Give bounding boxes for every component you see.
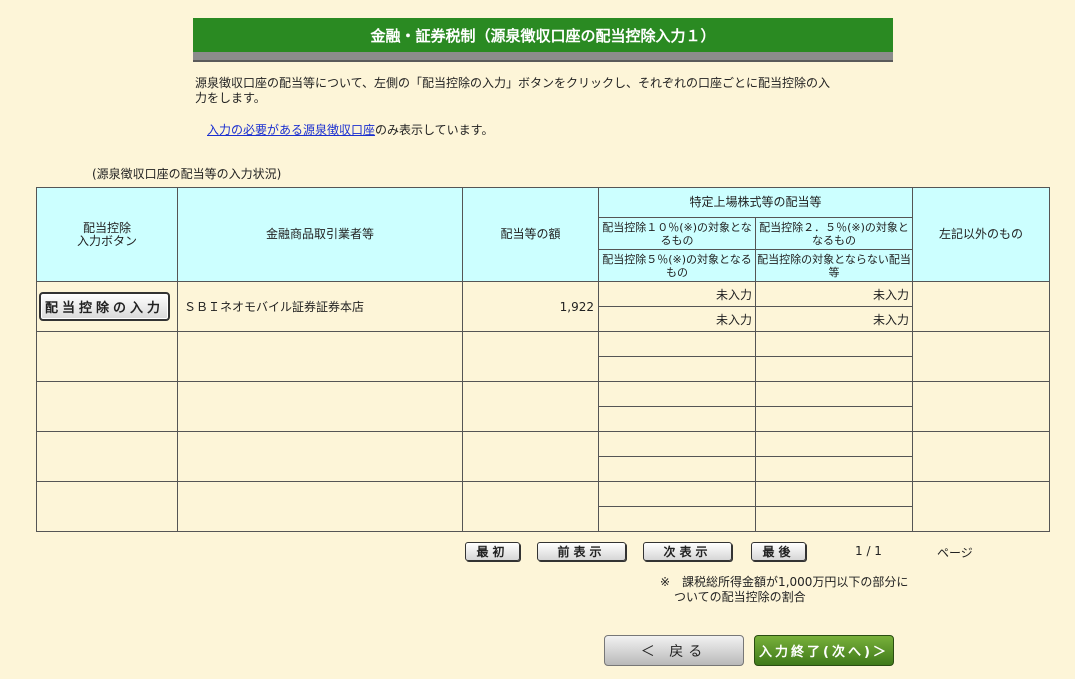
table-row: 配当控除の入力 ＳＢＩネオモバイル証券証券本店 1,922 未入力 未入力 bbox=[36, 281, 1051, 332]
next-page-button[interactable]: 次表示 bbox=[643, 542, 732, 561]
header-amount: 配当等の額 bbox=[462, 187, 599, 282]
header-sub-10: 配当控除１０％(※)の対象となるもの bbox=[598, 217, 756, 250]
other-cell bbox=[912, 281, 1051, 332]
status-5-cell: 未入力 bbox=[598, 306, 756, 332]
broker-cell: ＳＢＩネオモバイル証券証券本店 bbox=[177, 281, 463, 332]
back-button[interactable]: ＜ 戻る bbox=[604, 635, 744, 666]
footnote: ※ 課税総所得金額が1,000万円以下の部分に ついての配当控除の割合 bbox=[660, 575, 908, 605]
amount-cell: 1,922 bbox=[462, 281, 599, 332]
title-divider bbox=[193, 52, 893, 62]
empty-row bbox=[36, 331, 1051, 382]
dividend-input-table: 配当控除 入力ボタン 金融商品取引業者等 配当等の額 特定上場株式等の配当等 左… bbox=[36, 187, 1051, 532]
display-note-suffix: のみ表示しています。 bbox=[375, 123, 494, 137]
header-broker: 金融商品取引業者等 bbox=[177, 187, 463, 282]
table-caption: (源泉徴収口座の配当等の入力状況) bbox=[92, 167, 282, 181]
empty-row bbox=[36, 381, 1051, 432]
header-listed-group: 特定上場株式等の配当等 bbox=[597, 187, 914, 218]
empty-row bbox=[36, 431, 1051, 482]
intro-line-2: 力をします。 bbox=[195, 91, 266, 105]
page-number: 1 / 1 bbox=[855, 544, 882, 558]
empty-row bbox=[36, 481, 1051, 532]
header-sub-2-5: 配当控除２．５％(※)の対象となるもの bbox=[754, 217, 914, 250]
status-2-5-cell: 未入力 bbox=[754, 281, 914, 307]
header-button-col-line1: 配当控除 bbox=[82, 220, 131, 235]
footnote-line-1: ※ 課税総所得金額が1,000万円以下の部分に bbox=[660, 575, 909, 589]
header-other: 左記以外のもの bbox=[912, 187, 1051, 282]
page-title: 金融・証券税制（源泉徴収口座の配当控除入力１） bbox=[193, 18, 893, 52]
status-10-cell: 未入力 bbox=[598, 281, 756, 307]
intro-text: 源泉徴収口座の配当等について、左側の「配当控除の入力」ボタンをクリックし、それぞ… bbox=[195, 76, 895, 106]
intro-line-1: 源泉徴収口座の配当等について、左側の「配当控除の入力」ボタンをクリックし、それぞ… bbox=[195, 76, 831, 90]
prev-page-button[interactable]: 前表示 bbox=[537, 542, 626, 561]
header-sub-5: 配当控除５％(※)の対象となるもの bbox=[598, 249, 756, 282]
status-none-cell: 未入力 bbox=[754, 306, 914, 332]
row-button-cell: 配当控除の入力 bbox=[36, 281, 178, 332]
footnote-line-2: ついての配当控除の割合 bbox=[674, 590, 806, 604]
last-page-button[interactable]: 最後 bbox=[751, 542, 806, 561]
dividend-deduction-input-button[interactable]: 配当控除の入力 bbox=[39, 292, 171, 321]
display-note: 入力の必要がある源泉徴収口座のみ表示しています。 bbox=[207, 121, 493, 138]
header-button-col-line2: 入力ボタン bbox=[76, 233, 137, 248]
first-page-button[interactable]: 最初 bbox=[465, 542, 520, 561]
required-accounts-link[interactable]: 入力の必要がある源泉徴収口座 bbox=[207, 123, 375, 137]
finish-input-next-button[interactable]: 入力終了(次へ)＞ bbox=[754, 635, 894, 666]
header-sub-none: 配当控除の対象とならない配当等 bbox=[754, 249, 914, 282]
header-button-col: 配当控除 入力ボタン bbox=[36, 187, 178, 282]
page-label: ページ bbox=[937, 546, 973, 560]
